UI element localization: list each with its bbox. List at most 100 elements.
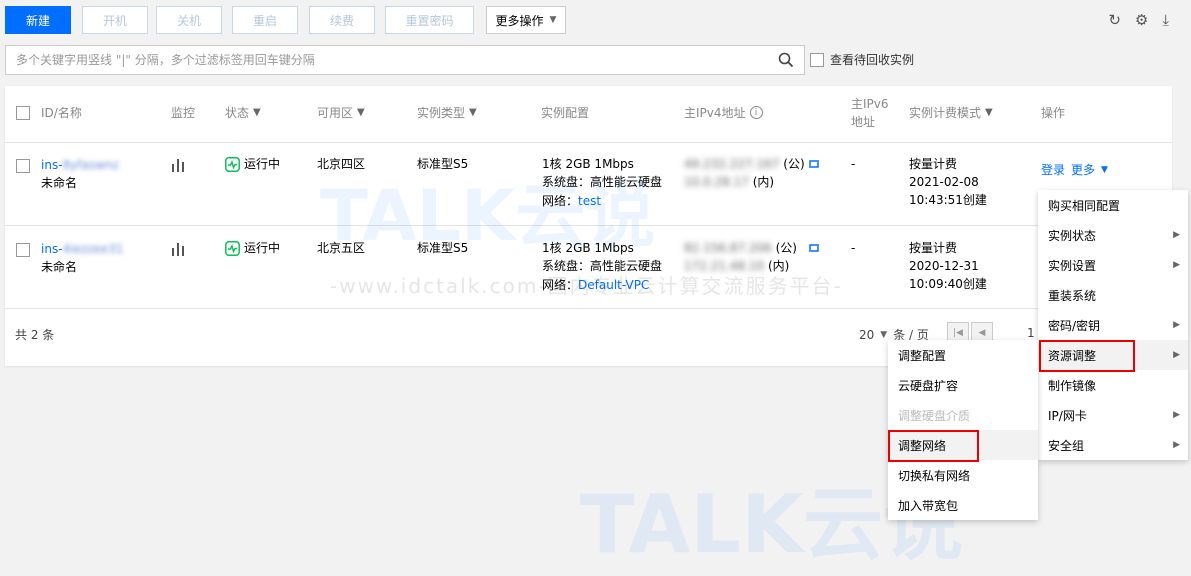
header-type-label: 实例类型 (417, 106, 466, 120)
chevron-down-icon[interactable]: ▼ (1101, 161, 1108, 179)
public-ip-value: 82.156.87.206 (684, 241, 772, 255)
more-actions-button[interactable]: 更多操作 ▼ (486, 6, 566, 34)
menu-item-label: 密码/密钥 (1048, 318, 1101, 333)
instance-id[interactable]: ins-4iezzee31 (41, 240, 124, 258)
renew-button[interactable]: 续费 (309, 6, 375, 34)
toolbar: 新建 开机 关机 重启 续费 重置密码 更多操作 ▼ ↻ ⚙ ⤓ (0, 0, 1191, 44)
recycle-label: 查看待回收实例 (830, 53, 915, 67)
header-ipv4-label: 主IPv4地址 (684, 106, 746, 120)
billing-date: 2020-12-31 (909, 259, 979, 273)
instance-id-prefix[interactable]: ins- (41, 242, 63, 256)
instance-name: 未命名 (41, 260, 78, 274)
search-input[interactable] (6, 46, 766, 74)
status-text: 运行中 (244, 157, 281, 171)
instance-table-panel: ID/名称 监控 状态 ▼ 可用区 ▼ 实例类型 ▼ 实例配置 主IPv4地址 … (5, 86, 1172, 366)
submenu-item-disk-expand[interactable]: 云硬盘扩容 (888, 370, 1038, 400)
config-network: 网络：test (542, 192, 601, 210)
page-size-value: 20 (859, 327, 875, 342)
row-checkbox[interactable] (16, 243, 30, 257)
menu-item-make-image[interactable]: 制作镜像 (1038, 370, 1188, 400)
instance-type: 标准型S5 (417, 241, 469, 255)
page-number[interactable]: 1 (1027, 326, 1035, 340)
chevron-right-icon: ▶ (1173, 410, 1180, 420)
chevron-right-icon: ▶ (1173, 440, 1180, 450)
bar-chart-icon[interactable] (171, 158, 185, 172)
swap-ip-icon[interactable] (808, 242, 820, 254)
private-ip-value: 10.0.28.17 (684, 175, 749, 189)
menu-item-instance-settings[interactable]: 实例设置 ▶ (1038, 250, 1188, 280)
more-link[interactable]: 更多 (1071, 161, 1095, 179)
zone: 北京四区 (317, 157, 366, 171)
filter-icon[interactable]: ▼ (253, 107, 261, 118)
instance-id-masked[interactable]: 4iezzee31 (63, 242, 124, 256)
instance-id[interactable]: ins-8yfaswnz (41, 156, 119, 174)
new-button[interactable]: 新建 (5, 6, 71, 34)
instance-name: 未命名 (41, 176, 78, 190)
public-ip-suffix: (公) (783, 157, 805, 171)
shutdown-button[interactable]: 关机 (156, 6, 222, 34)
download-icon[interactable]: ⤓ (1162, 12, 1169, 28)
menu-item-ip-nic[interactable]: IP/网卡 ▶ (1038, 400, 1188, 430)
more-menu: 购买相同配置 实例状态 ▶ 实例设置 ▶ 重装系统 密码/密钥 ▶ 资源调整 ▶ 制作镜… (1038, 190, 1188, 460)
private-ip-suffix: (内) (752, 175, 775, 189)
private-ip: 10.0.28.17 (内) (684, 173, 774, 191)
billing-date: 2021-02-08 (909, 175, 979, 189)
public-ip-suffix: (公) (775, 241, 797, 255)
menu-item-label: 调整配置 (898, 348, 947, 363)
instance-type: 标准型S5 (417, 157, 469, 171)
running-icon (225, 156, 240, 172)
filter-icon[interactable]: ▼ (357, 107, 365, 118)
chevron-right-icon: ▶ (1173, 260, 1180, 270)
recycle-filter[interactable]: 查看待回收实例 (810, 51, 914, 68)
menu-item-label: 调整硬盘介质 (898, 408, 971, 423)
header-instance-type[interactable]: 实例类型 ▼ (417, 104, 477, 121)
filter-icon[interactable]: ▼ (985, 107, 993, 118)
instance-id-prefix[interactable]: ins- (41, 158, 63, 172)
menu-item-security-group[interactable]: 安全组 ▶ (1038, 430, 1188, 460)
reset-password-button[interactable]: 重置密码 (385, 6, 474, 34)
menu-item-reinstall[interactable]: 重装系统 (1038, 280, 1188, 310)
start-button[interactable]: 开机 (82, 6, 148, 34)
billing-created: 10:09:40创建 (909, 277, 987, 291)
restart-button[interactable]: 重启 (232, 6, 298, 34)
running-icon (225, 240, 240, 256)
header-billing-label: 实例计费模式 (909, 106, 982, 120)
config-disk: 系统盘：高性能云硬盘 (542, 175, 663, 189)
swap-ip-icon[interactable] (808, 158, 820, 170)
bar-chart-icon[interactable] (171, 242, 185, 256)
menu-item-password-key[interactable]: 密码/密钥 ▶ (1038, 310, 1188, 340)
refresh-icon[interactable]: ↻ (1108, 12, 1121, 28)
submenu-item-switch-vpc[interactable]: 切换私有网络 (888, 460, 1038, 490)
menu-item-label: 制作镜像 (1048, 378, 1097, 393)
menu-item-instance-state[interactable]: 实例状态 ▶ (1038, 220, 1188, 250)
chevron-down-icon: ▼ (549, 15, 557, 25)
gear-icon[interactable]: ⚙ (1135, 12, 1148, 28)
submenu-item-disk-medium: 调整硬盘介质 (888, 400, 1038, 430)
instance-id-masked[interactable]: 8yfaswnz (63, 158, 119, 172)
config-spec: 1核 2GB 1Mbps (542, 241, 634, 255)
header-actions: 操作 (1041, 106, 1066, 120)
submenu-item-bandwidth-package[interactable]: 加入带宽包 (888, 490, 1038, 520)
search-icon[interactable] (778, 52, 794, 68)
header-zone[interactable]: 可用区 ▼ (317, 104, 365, 121)
network-link[interactable]: test (578, 194, 601, 208)
login-link[interactable]: 登录 (1041, 161, 1065, 179)
header-status[interactable]: 状态 ▼ (225, 104, 261, 121)
ipv6-value: - (851, 241, 856, 255)
header-billing[interactable]: 实例计费模式 ▼ (909, 104, 993, 121)
row-checkbox[interactable] (16, 159, 30, 173)
filter-icon[interactable]: ▼ (469, 107, 477, 118)
public-ip: 82.156.87.206 (公) (684, 239, 797, 257)
header-divider (5, 142, 1172, 143)
menu-item-label: 重装系统 (1048, 288, 1097, 303)
recycle-checkbox[interactable] (810, 52, 824, 67)
total-count: 共 2 条 (15, 328, 55, 342)
header-monitor: 监控 (171, 106, 196, 120)
network-link[interactable]: Default-VPC (578, 278, 649, 292)
submenu-item-adjust-config[interactable]: 调整配置 (888, 340, 1038, 370)
menu-item-buy-same[interactable]: 购买相同配置 (1038, 190, 1188, 220)
info-icon[interactable]: i (749, 106, 763, 119)
menu-item-label: 安全组 (1048, 438, 1085, 453)
billing-mode: 按量计费 (909, 241, 958, 255)
select-all-checkbox[interactable] (16, 106, 30, 120)
